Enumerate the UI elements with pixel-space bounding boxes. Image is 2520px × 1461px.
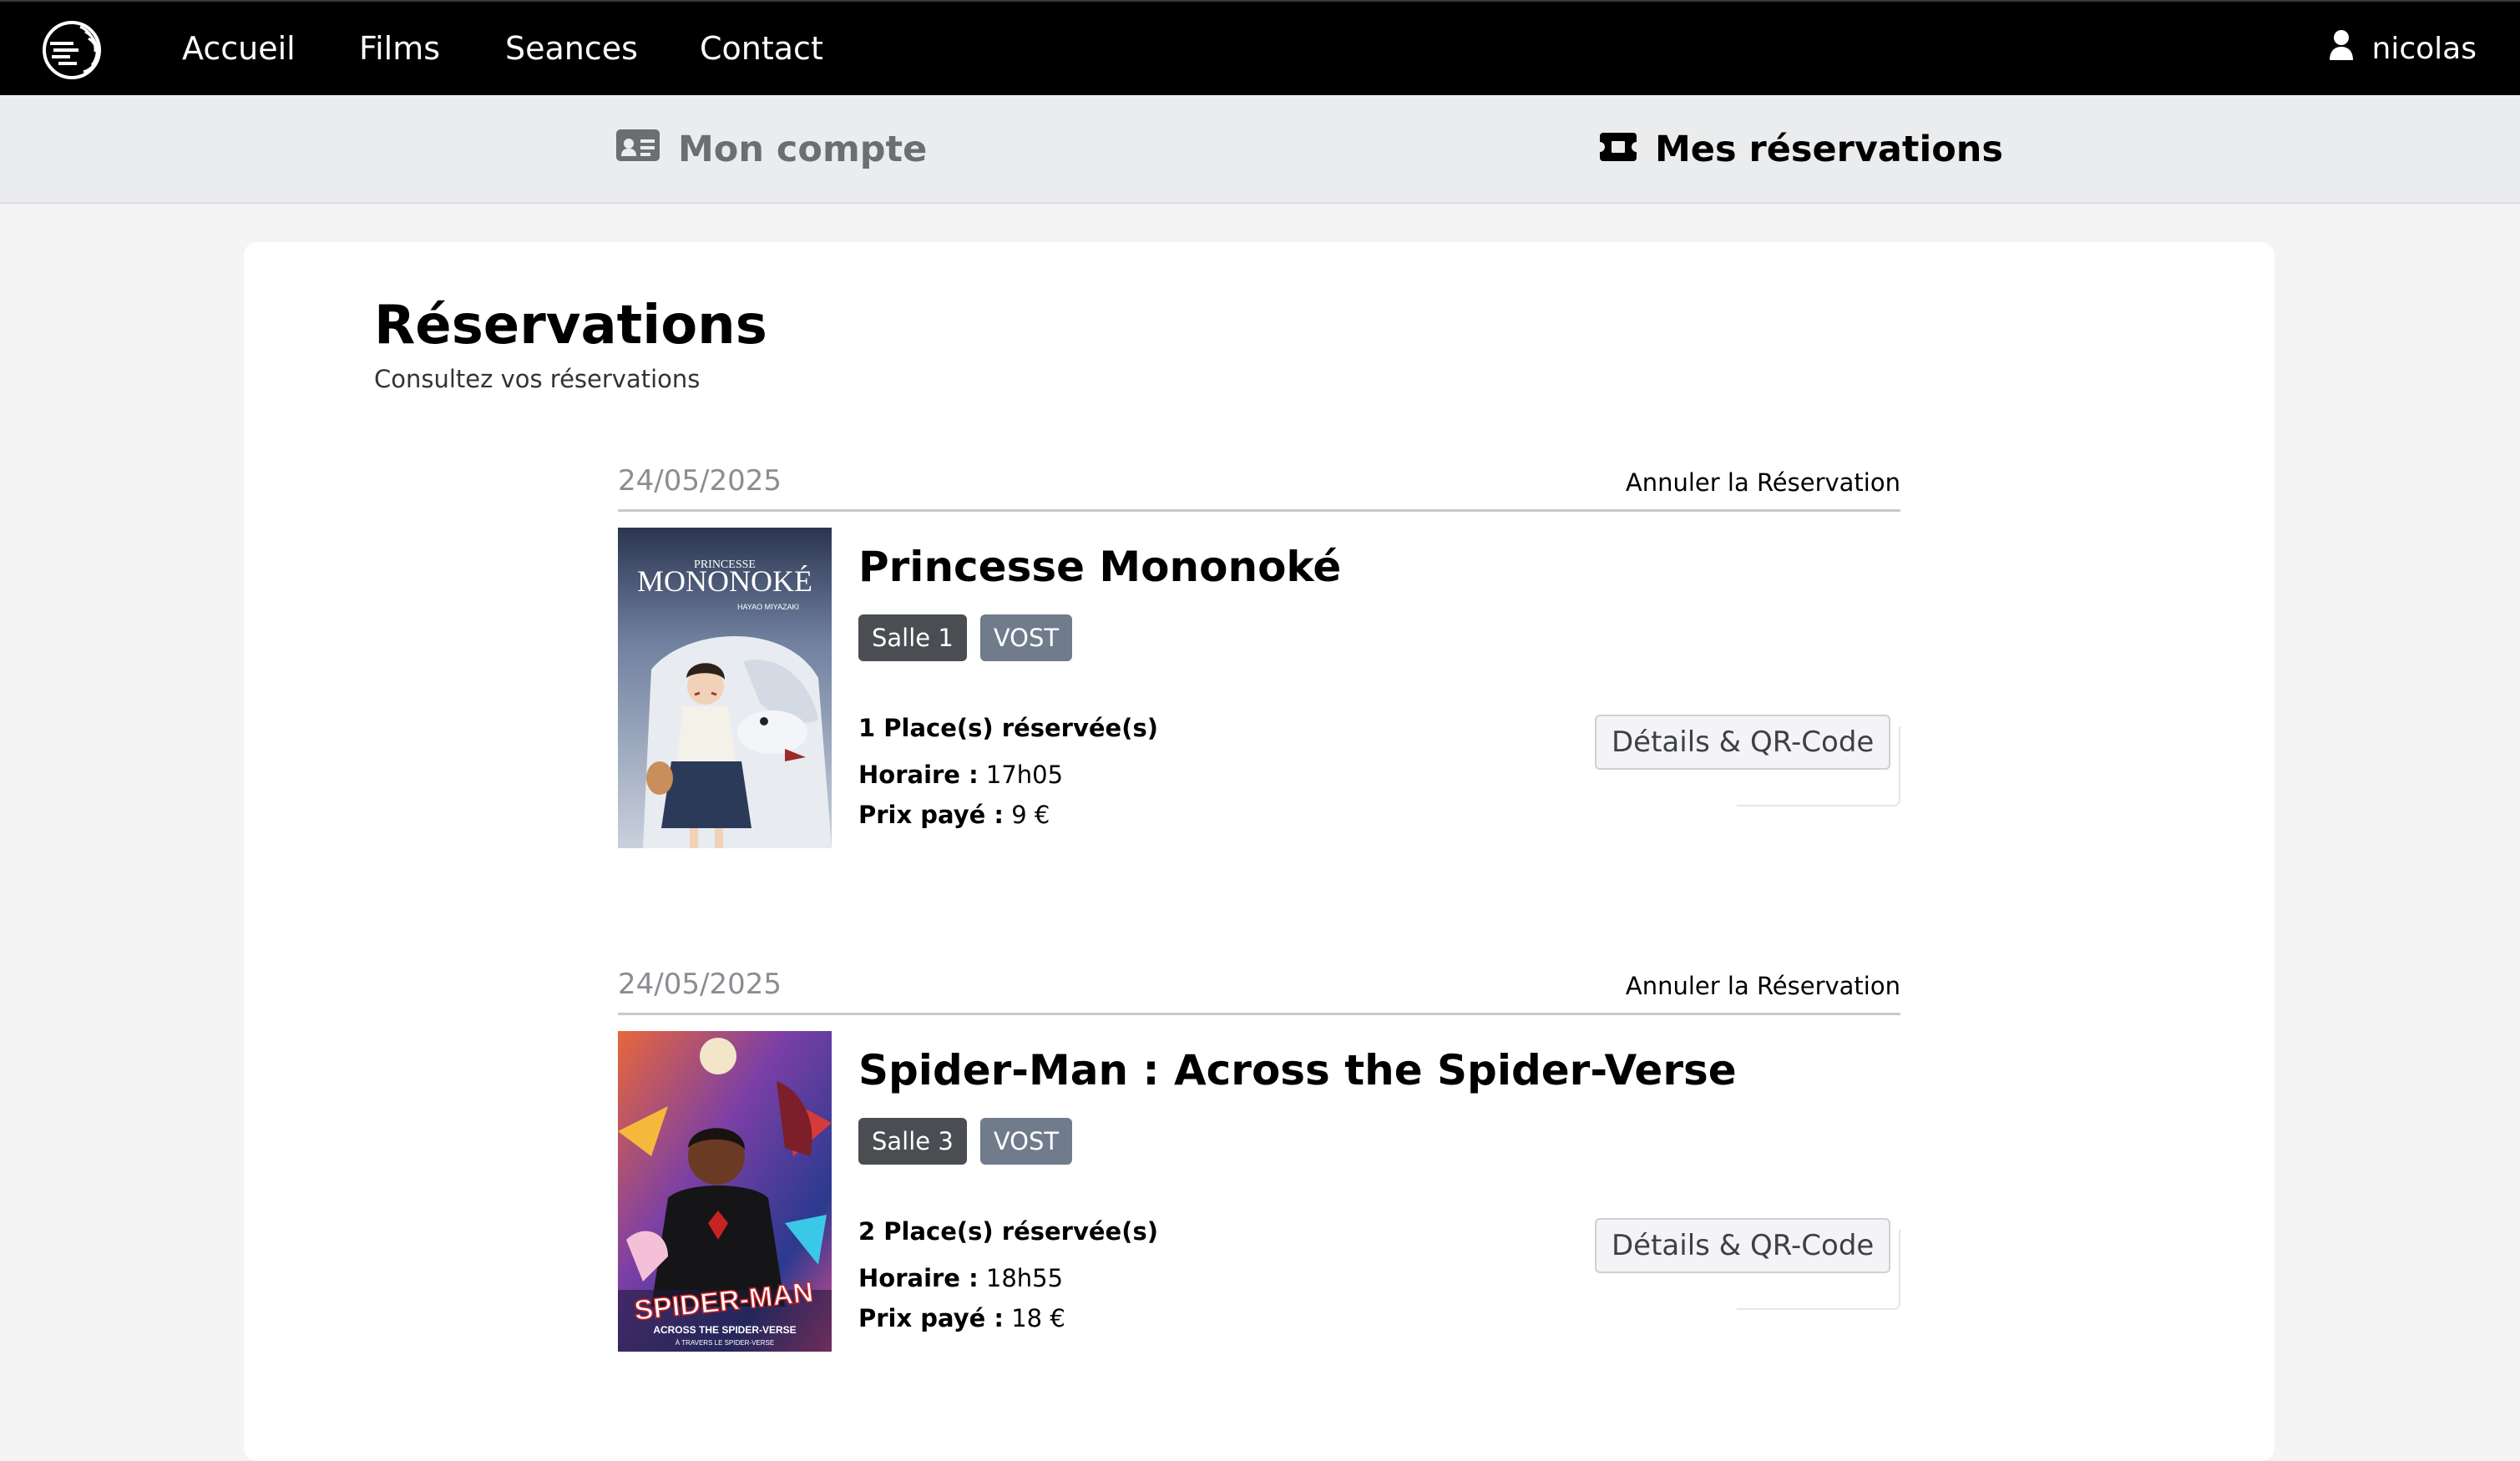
- poster-text: HAYAO MIYAZAKI: [737, 603, 799, 611]
- room-badge: Salle 1: [858, 614, 967, 661]
- badges: Salle 3 VOST: [858, 1118, 1073, 1165]
- user-icon: [2329, 29, 2354, 68]
- showtime-label: Horaire :: [858, 1264, 979, 1292]
- film-title: Spider-Man : Across the Spider-Verse: [858, 1046, 1737, 1094]
- ticket-icon: [1600, 129, 1637, 170]
- details-qr-button[interactable]: Détails & QR-Code: [1595, 715, 1891, 770]
- account-subnav: Mon compte Mes réservations: [0, 95, 2520, 204]
- poster-text: À TRAVERS LE SPIDER-VERSE: [676, 1339, 774, 1347]
- price-label: Prix payé :: [858, 1304, 1004, 1332]
- price-value: 9 €: [1011, 801, 1050, 829]
- nav-link-accueil[interactable]: Accueil: [182, 27, 296, 70]
- film-title: Princesse Mononoké: [858, 543, 1342, 591]
- showtime-value: 18h55: [985, 1264, 1064, 1292]
- poster-text: ACROSS THE SPIDER-VERSE: [653, 1324, 796, 1336]
- showtime-value: 17h05: [985, 761, 1064, 789]
- tab-mes-reservations-label: Mes réservations: [1655, 129, 2003, 170]
- divider: [618, 509, 1900, 512]
- price-paid: Prix payé : 18 €: [858, 1302, 1065, 1335]
- tab-mes-reservations[interactable]: Mes réservations: [1600, 95, 2003, 204]
- nav-link-contact[interactable]: Contact: [700, 27, 823, 70]
- version-badge: VOST: [979, 1118, 1073, 1165]
- room-badge: Salle 3: [858, 1118, 967, 1165]
- film-poster: SPIDER-MAN ACROSS THE SPIDER-VERSE À TRA…: [618, 1031, 832, 1352]
- reservation-date: 24/05/2025: [618, 968, 782, 1001]
- nav-link-seances[interactable]: Seances: [505, 27, 638, 70]
- id-card-icon: [616, 129, 660, 170]
- poster-text: MONONOKÉ: [637, 564, 812, 598]
- tab-mon-compte[interactable]: Mon compte: [616, 95, 927, 204]
- reservation-date: 24/05/2025: [618, 464, 782, 498]
- user-menu[interactable]: nicolas: [2329, 27, 2477, 70]
- badges: Salle 1 VOST: [858, 614, 1073, 661]
- showtime: Horaire : 17h05: [858, 758, 1063, 791]
- nav-link-films[interactable]: Films: [359, 27, 440, 70]
- reservation-item: 24/05/2025 Annuler la Réservation: [618, 964, 1900, 1367]
- reservation-item: 24/05/2025 Annuler la Réservation: [618, 461, 1900, 863]
- top-navbar: Accueil Films Seances Contact nicolas: [0, 0, 2520, 95]
- page-title: Réservations: [374, 295, 767, 356]
- places-reserved: 1 Place(s) réservée(s): [858, 714, 1158, 742]
- logo-icon[interactable]: [40, 18, 104, 82]
- page-subtitle: Consultez vos réservations: [374, 365, 701, 393]
- film-poster: PRINCESSE MONONOKÉ HAYAO MIYAZAKI: [618, 528, 832, 848]
- username: nicolas: [2371, 31, 2477, 66]
- price-label: Prix payé :: [858, 801, 1004, 829]
- price-paid: Prix payé : 9 €: [858, 798, 1050, 832]
- showtime: Horaire : 18h55: [858, 1261, 1063, 1295]
- cancel-reservation-link[interactable]: Annuler la Réservation: [1626, 466, 1900, 499]
- details-qr-button[interactable]: Détails & QR-Code: [1595, 1218, 1891, 1273]
- price-value: 18 €: [1011, 1304, 1065, 1332]
- version-badge: VOST: [979, 614, 1073, 661]
- tab-mon-compte-label: Mon compte: [678, 129, 928, 170]
- divider: [618, 1013, 1900, 1015]
- cancel-reservation-link[interactable]: Annuler la Réservation: [1626, 969, 1900, 1003]
- places-reserved: 2 Place(s) réservée(s): [858, 1217, 1158, 1246]
- showtime-label: Horaire :: [858, 761, 979, 789]
